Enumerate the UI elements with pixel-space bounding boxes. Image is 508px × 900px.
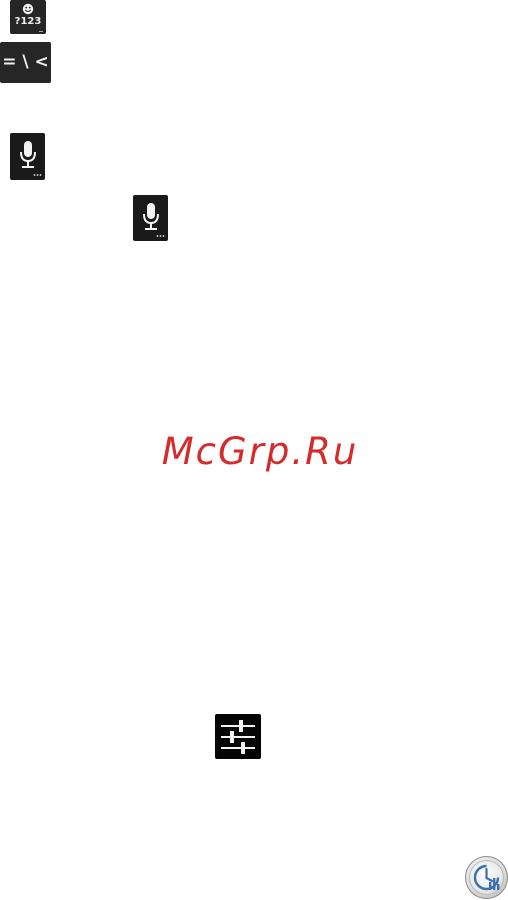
voice-input-key[interactable] bbox=[133, 195, 168, 241]
symbols-key-label: ?123 bbox=[14, 16, 42, 27]
microphone-icon bbox=[20, 141, 36, 168]
emoticon-icon bbox=[22, 3, 34, 15]
microphone-icon bbox=[143, 203, 159, 230]
voice-input-key[interactable] bbox=[10, 133, 45, 180]
settings-key[interactable] bbox=[215, 714, 261, 759]
more-indicator bbox=[156, 235, 165, 237]
special-chars-key[interactable]: = \ < bbox=[0, 42, 51, 83]
special-chars-key-label: = \ < bbox=[2, 52, 49, 72]
sliders-icon bbox=[221, 720, 255, 754]
clock-chart-button[interactable] bbox=[465, 856, 508, 899]
clock-chart-icon bbox=[473, 864, 500, 891]
watermark: McGrp.Ru bbox=[161, 430, 359, 473]
symbols-key[interactable]: ?123 bbox=[10, 0, 46, 34]
more-indicator bbox=[33, 174, 42, 176]
more-indicator bbox=[39, 31, 43, 32]
